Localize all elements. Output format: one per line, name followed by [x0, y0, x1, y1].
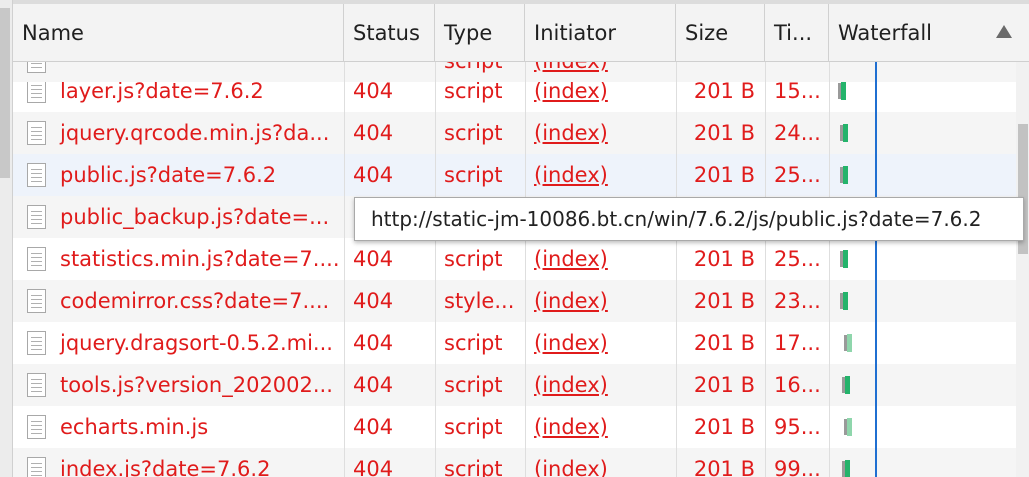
- waterfall-bar: [845, 460, 850, 477]
- waterfall-bar: [843, 124, 848, 142]
- resource-type: script: [444, 121, 503, 145]
- column-divider: [525, 62, 526, 477]
- document-icon: [27, 415, 46, 439]
- resource-type: script: [444, 457, 503, 477]
- transfer-size: 201 B: [693, 289, 755, 313]
- resource-type: script: [444, 247, 503, 271]
- status-code: 404: [353, 415, 394, 439]
- column-divider: [344, 62, 345, 477]
- waterfall-bar: [847, 418, 852, 436]
- request-time: 24...: [774, 121, 821, 145]
- status-code: 404: [353, 247, 394, 271]
- document-icon: [27, 121, 46, 145]
- status-code: 404: [353, 373, 394, 397]
- column-header-waterfall-label: Waterfall: [838, 21, 933, 45]
- left-gutter: [0, 0, 12, 477]
- request-name: jquery.qrcode.min.js?da...: [60, 121, 330, 145]
- resource-type: script: [444, 373, 503, 397]
- request-name: statistics.min.js?date=7....: [60, 247, 340, 271]
- column-header-name[interactable]: Name: [13, 4, 344, 62]
- request-time: 95...: [774, 415, 821, 439]
- transfer-size: 201 B: [693, 121, 755, 145]
- resource-type: script: [435, 62, 525, 82]
- initiator-link[interactable]: (index): [525, 62, 676, 82]
- request-name: jquery.dragsort-0.5.2.mi...: [60, 331, 333, 355]
- initiator-link[interactable]: (index): [525, 238, 676, 280]
- sort-ascending-arrow-icon[interactable]: [996, 25, 1012, 38]
- waterfall-bar: [845, 376, 850, 394]
- url-tooltip: http://static-jm-10086.bt.cn/win/7.6.2/j…: [354, 197, 1024, 241]
- status-code: [344, 62, 435, 82]
- resource-type: style...: [444, 289, 515, 313]
- request-time: 25...: [774, 247, 821, 271]
- request-name: echarts.min.js: [60, 415, 209, 439]
- request-time: 23...: [774, 289, 821, 313]
- status-code: 404: [353, 163, 394, 187]
- transfer-size: 201 B: [693, 457, 755, 477]
- request-name: [51, 62, 344, 82]
- table-header: Name Status Type Initiator Size Ti... Wa…: [13, 0, 1029, 62]
- document-icon: [27, 457, 46, 477]
- column-header-type[interactable]: Type: [435, 4, 525, 62]
- column-header-waterfall[interactable]: Waterfall: [829, 4, 1029, 62]
- resource-type: script: [444, 163, 503, 187]
- initiator-link[interactable]: (index): [525, 154, 676, 196]
- request-time: 17...: [774, 331, 821, 355]
- initiator-link[interactable]: (index): [525, 448, 676, 477]
- transfer-size: 201 B: [693, 415, 755, 439]
- column-divider: [829, 62, 830, 477]
- status-code: 404: [353, 331, 394, 355]
- table-body: index.js?date=7.6.2 404 script (index) 201 B…: [13, 62, 1029, 477]
- column-divider: [435, 62, 436, 477]
- document-icon: [27, 79, 46, 103]
- status-code: 404: [353, 289, 394, 313]
- vertical-scrollbar[interactable]: [1016, 62, 1029, 477]
- left-gutter-thumb[interactable]: [0, 8, 10, 178]
- request-time: 25...: [774, 163, 821, 187]
- transfer-size: 201 B: [693, 331, 755, 355]
- waterfall-bar: [843, 166, 848, 184]
- document-icon: [27, 373, 46, 397]
- initiator-link[interactable]: (index): [525, 322, 676, 364]
- request-name: codemirror.css?date=7....: [60, 289, 330, 313]
- resource-type: script: [444, 331, 503, 355]
- request-name: public.js?date=7.6.2: [60, 163, 277, 187]
- request-name: index.js?date=7.6.2: [60, 457, 271, 477]
- initiator-link[interactable]: (index): [525, 406, 676, 448]
- transfer-size: 201 B: [693, 373, 755, 397]
- request-name: public_backup.js?date=...: [60, 205, 330, 229]
- request-time: 99...: [774, 457, 821, 477]
- document-icon: [27, 62, 46, 73]
- resource-type: script: [444, 415, 503, 439]
- waterfall-bar: [847, 334, 852, 352]
- document-icon: [27, 163, 46, 187]
- column-header-size[interactable]: Size: [676, 4, 765, 62]
- initiator-link[interactable]: (index): [525, 112, 676, 154]
- initiator-link[interactable]: (index): [525, 280, 676, 322]
- waterfall-bar: [843, 250, 848, 268]
- transfer-size: [676, 62, 765, 82]
- column-divider: [765, 62, 766, 477]
- column-divider: [676, 62, 677, 477]
- column-header-status[interactable]: Status: [344, 4, 435, 62]
- devtools-network-window: Name Status Type Initiator Size Ti... Wa…: [0, 0, 1029, 477]
- column-header-time[interactable]: Ti...: [765, 4, 829, 62]
- request-time: 16...: [774, 373, 821, 397]
- document-icon: [27, 247, 46, 271]
- waterfall-load-marker: [875, 62, 877, 477]
- waterfall-bar: [843, 292, 848, 310]
- status-code: 404: [353, 457, 394, 477]
- transfer-size: 201 B: [693, 163, 755, 187]
- request-name: tools.js?version_202002...: [60, 373, 333, 397]
- request-time: [765, 62, 829, 82]
- document-icon: [27, 331, 46, 355]
- waterfall-bar: [841, 82, 846, 100]
- document-icon: [27, 289, 46, 313]
- column-header-initiator[interactable]: Initiator: [525, 4, 676, 62]
- document-icon: [27, 205, 46, 229]
- initiator-link[interactable]: (index): [525, 364, 676, 406]
- status-code: 404: [353, 121, 394, 145]
- transfer-size: 201 B: [693, 247, 755, 271]
